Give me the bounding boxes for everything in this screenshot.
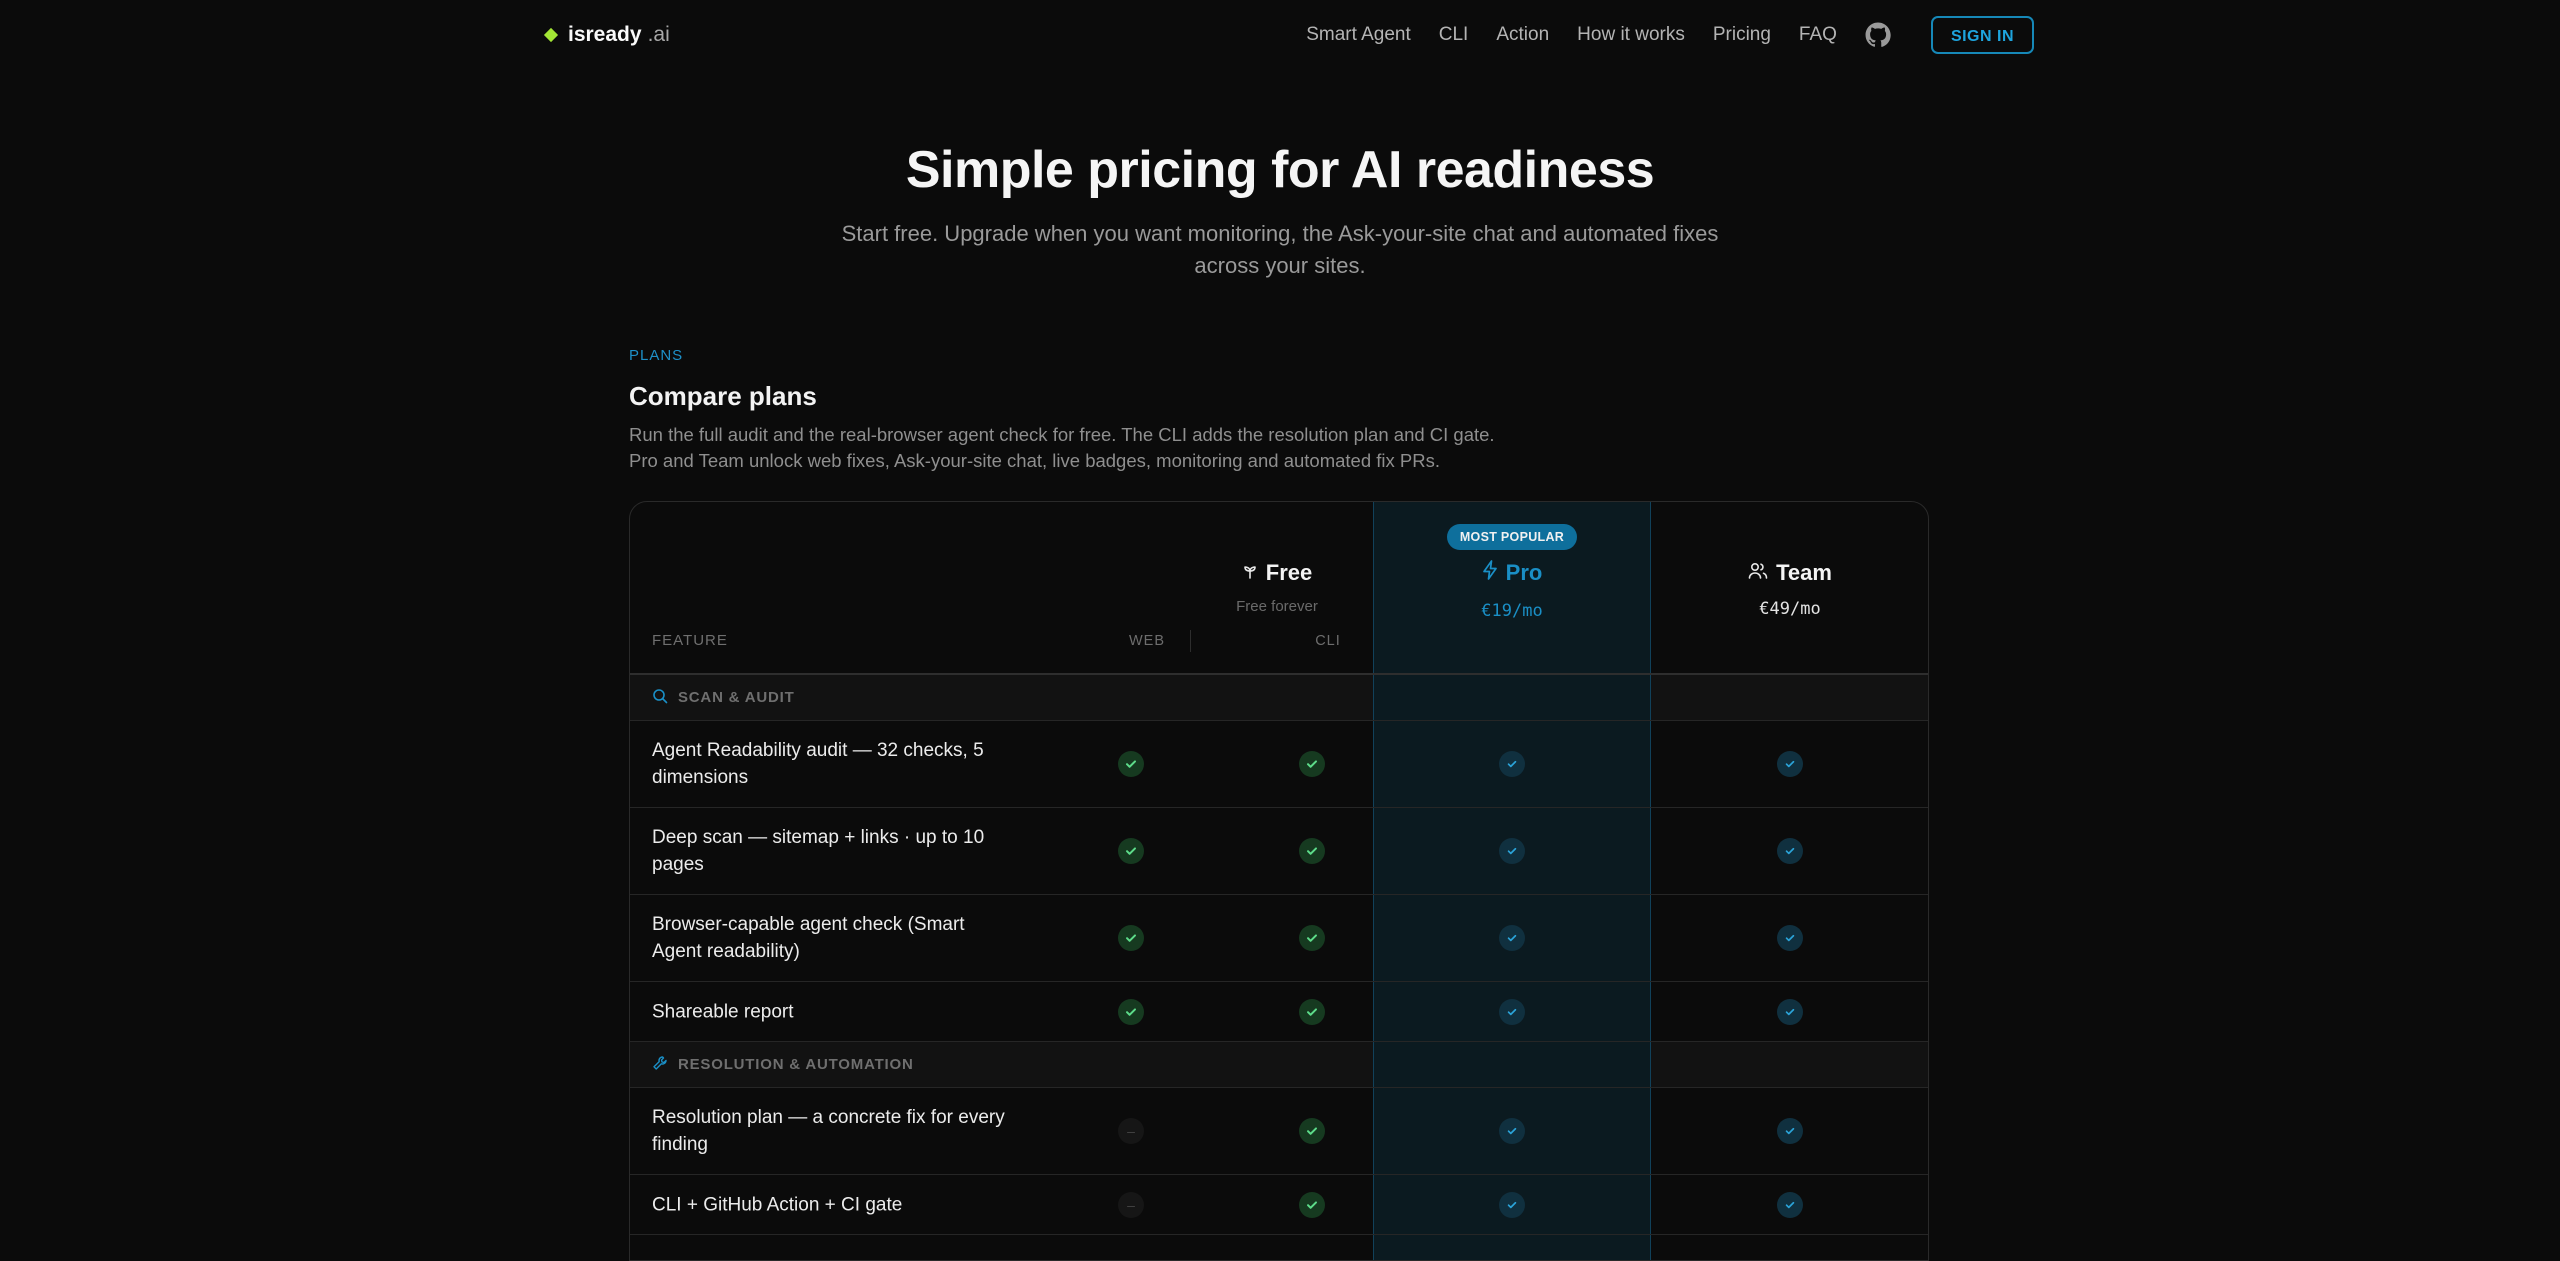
nav-link-pricing[interactable]: Pricing <box>1713 24 1771 46</box>
sign-in-button[interactable]: SIGN IN <box>1930 16 2034 54</box>
check-icon <box>1299 998 1325 1025</box>
table-row: Deep scan — sitemap + links · up to 10 p… <box>630 808 1928 895</box>
most-popular-badge: MOST POPULAR <box>1447 524 1577 550</box>
plan-team-price: €49/mo <box>1759 599 1821 619</box>
check-icon <box>1299 838 1325 864</box>
feature-name: Agent Readability audit — 32 checks, 5 d… <box>652 740 984 788</box>
category-label-text: SCAN & AUDIT <box>678 689 795 706</box>
plan-free-header: Free <box>1157 560 1397 586</box>
plan-pro-header: Pro <box>1373 560 1651 586</box>
table-header: FEATURE Free Free forever WEB CLI MOST P… <box>630 502 1928 675</box>
plans-comparison-table: FEATURE Free Free forever WEB CLI MOST P… <box>629 501 1929 1261</box>
page-title: Simple pricing for AI readiness <box>905 141 1655 199</box>
check-icon <box>1499 1118 1525 1144</box>
feature-name: Deep scan — sitemap + links · up to 10 p… <box>652 827 985 875</box>
description-line-2: Pro and Team unlock web fixes, Ask-your-… <box>629 450 1440 471</box>
lightning-icon <box>1482 560 1498 586</box>
check-icon <box>1499 1191 1525 1218</box>
nav-link-action[interactable]: Action <box>1496 24 1549 46</box>
plan-free-name: Free <box>1265 560 1313 585</box>
compare-plans-description: Run the full audit and the real-browser … <box>629 422 1829 474</box>
search-icon <box>652 688 668 708</box>
table-row: Browser-capable agent check (Smart Agent… <box>630 895 1928 982</box>
feature-name: Shareable report <box>652 1001 794 1022</box>
table-body: SCAN & AUDIT Agent Readability audit — 3… <box>630 675 1928 1235</box>
check-icon <box>1499 838 1525 864</box>
dash-glyph: – <box>1127 1123 1135 1139</box>
check-icon <box>1118 925 1144 951</box>
logo[interactable]: isready .ai <box>543 20 670 50</box>
category-label: SCAN & AUDIT <box>652 675 795 720</box>
free-cli-subheader: CLI <box>1315 633 1341 649</box>
check-icon <box>1777 838 1803 864</box>
compare-plans-title: Compare plans <box>629 381 817 411</box>
users-icon <box>1748 560 1768 586</box>
nav-link-cli[interactable]: CLI <box>1439 24 1469 46</box>
logo-text: isready <box>568 23 642 46</box>
plan-pro-price: €19/mo <box>1481 601 1543 621</box>
check-icon <box>1777 1118 1803 1144</box>
check-icon <box>1118 838 1144 864</box>
table-row: Resolution plan — a concrete fix for eve… <box>630 1088 1928 1175</box>
category-row-resolution-automation: RESOLUTION & AUTOMATION <box>630 1042 1928 1088</box>
check-icon <box>1299 1118 1325 1144</box>
hero-subtitle: Start free. Upgrade when you want monito… <box>841 221 1719 278</box>
check-icon <box>1299 925 1325 951</box>
category-label: RESOLUTION & AUTOMATION <box>652 1042 914 1087</box>
table-row: CLI + GitHub Action + CI gate – <box>630 1175 1928 1235</box>
plan-free-price: Free forever <box>1236 598 1318 615</box>
wrench-icon <box>652 1055 668 1075</box>
check-icon <box>1299 1191 1325 1218</box>
pro-cell-highlight <box>1373 675 1651 720</box>
check-icon <box>1499 998 1525 1025</box>
dash-icon: – <box>1118 1191 1144 1218</box>
category-row-scan-audit: SCAN & AUDIT <box>630 675 1928 721</box>
plan-pro-name: Pro <box>1505 560 1543 585</box>
subheader-divider <box>1190 630 1191 652</box>
nav-link-faq[interactable]: FAQ <box>1799 24 1837 46</box>
check-icon <box>1777 751 1803 777</box>
plan-team-header: Team <box>1651 560 1928 586</box>
dash-glyph: – <box>1127 1196 1135 1213</box>
description-line-1: Run the full audit and the real-browser … <box>629 424 1495 445</box>
top-nav: isready .ai Smart Agent CLI Action How i… <box>0 0 2560 70</box>
pro-cell-highlight <box>1373 1042 1651 1087</box>
check-icon <box>1777 998 1803 1025</box>
feature-name: CLI + GitHub Action + CI gate <box>652 1194 903 1215</box>
plan-team-name: Team <box>1776 560 1832 585</box>
check-icon <box>1118 998 1144 1025</box>
check-icon <box>1118 751 1144 777</box>
logo-diamond-icon <box>543 27 559 43</box>
dash-icon: – <box>1118 1118 1144 1144</box>
github-icon[interactable] <box>1865 22 1891 48</box>
check-icon <box>1777 925 1803 951</box>
category-label-text: RESOLUTION & AUTOMATION <box>678 1056 914 1073</box>
logo-tld: .ai <box>647 23 670 46</box>
nav-link-smart-agent[interactable]: Smart Agent <box>1306 24 1411 46</box>
nav-link-how-it-works[interactable]: How it works <box>1577 24 1685 46</box>
check-icon <box>1777 1191 1803 1218</box>
check-icon <box>1299 751 1325 777</box>
feature-name: Resolution plan — a concrete fix for eve… <box>652 1107 1005 1155</box>
nav-links: Smart Agent CLI Action How it works Pric… <box>1306 14 2034 56</box>
free-plan-icon <box>1242 560 1258 586</box>
check-icon <box>1499 925 1525 951</box>
table-row: Agent Readability audit — 32 checks, 5 d… <box>630 721 1928 808</box>
free-web-subheader: WEB <box>1128 633 1166 649</box>
check-icon <box>1499 751 1525 777</box>
table-row: Shareable report <box>630 982 1928 1042</box>
feature-column-header: FEATURE <box>652 632 728 649</box>
plans-eyebrow: PLANS <box>629 347 684 364</box>
feature-name: Browser-capable agent check (Smart Agent… <box>652 914 965 962</box>
